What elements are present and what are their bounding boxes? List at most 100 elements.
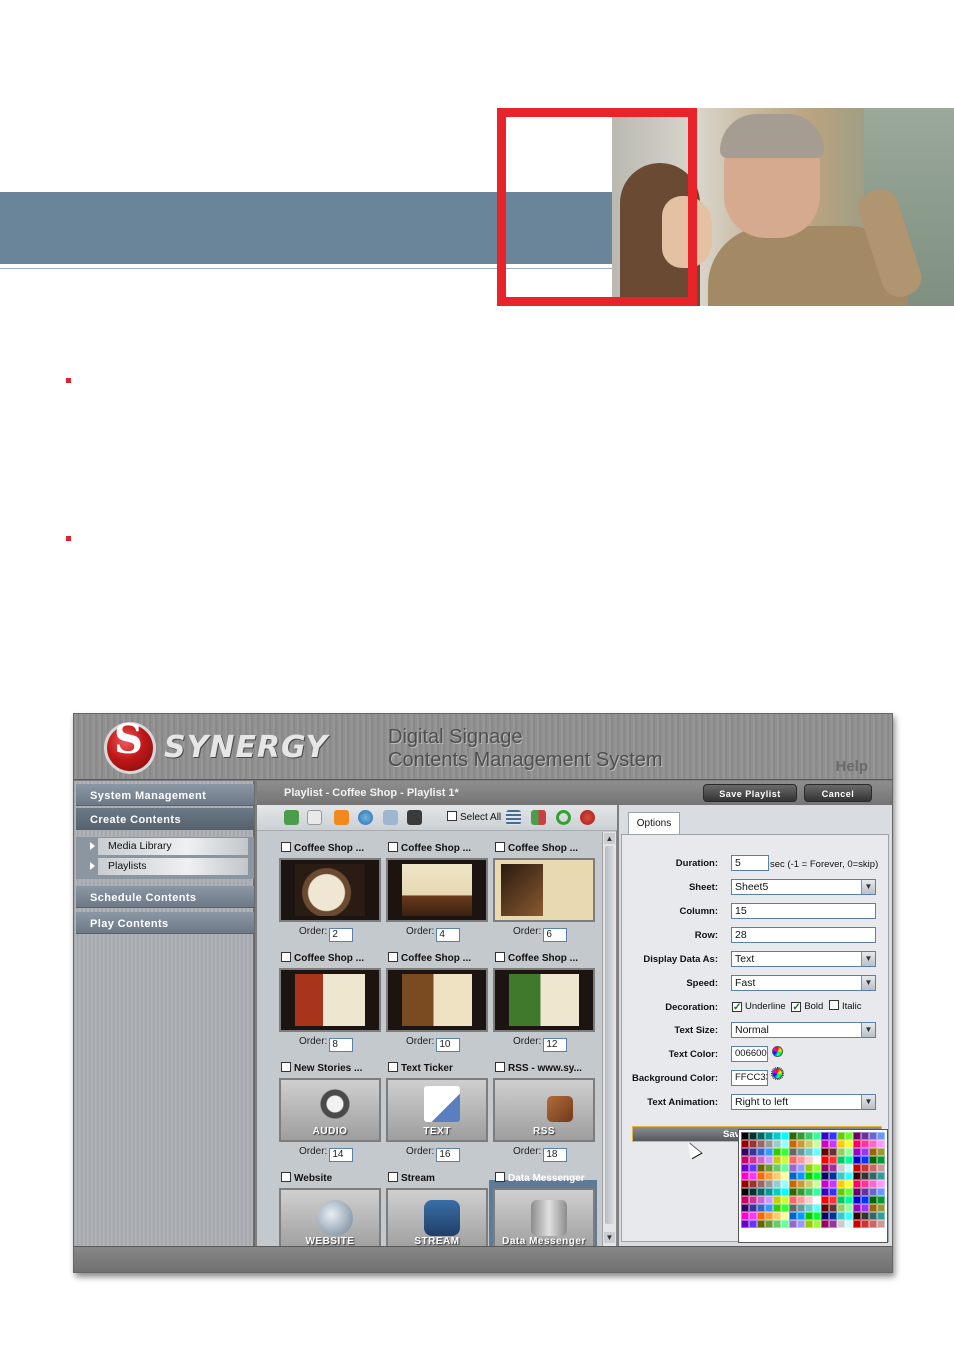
color-swatch[interactable]: [781, 1164, 789, 1172]
color-swatch[interactable]: [749, 1180, 757, 1188]
color-swatch[interactable]: [749, 1196, 757, 1204]
color-swatch[interactable]: [821, 1180, 829, 1188]
order-input[interactable]: 16: [436, 1148, 461, 1162]
color-swatch[interactable]: [869, 1148, 877, 1156]
color-swatch[interactable]: [845, 1204, 853, 1212]
color-swatch[interactable]: [837, 1204, 845, 1212]
color-swatch[interactable]: [837, 1164, 845, 1172]
color-swatch[interactable]: [861, 1140, 869, 1148]
color-swatch[interactable]: [853, 1132, 861, 1140]
playlist-tile[interactable]: New Stories ... AUDIO Order: 14: [279, 1060, 383, 1166]
color-swatch[interactable]: [877, 1220, 885, 1228]
playlist-tile[interactable]: Coffee Shop ... Order: 4: [386, 840, 490, 946]
color-swatch[interactable]: [741, 1212, 749, 1220]
color-swatch[interactable]: [757, 1132, 765, 1140]
order-input[interactable]: 18: [543, 1148, 568, 1162]
color-swatch[interactable]: [773, 1212, 781, 1220]
color-swatch[interactable]: [837, 1172, 845, 1180]
color-swatch[interactable]: [789, 1132, 797, 1140]
color-swatch[interactable]: [805, 1180, 813, 1188]
chevron-down-icon[interactable]: ▼: [861, 976, 875, 990]
color-swatch[interactable]: [741, 1188, 749, 1196]
color-swatch[interactable]: [877, 1140, 885, 1148]
color-swatch[interactable]: [773, 1132, 781, 1140]
color-swatch[interactable]: [861, 1220, 869, 1228]
color-swatch[interactable]: [845, 1148, 853, 1156]
color-swatch[interactable]: [805, 1204, 813, 1212]
tab-options[interactable]: Options: [628, 812, 680, 834]
color-swatch[interactable]: [869, 1132, 877, 1140]
color-swatch[interactable]: [861, 1148, 869, 1156]
color-swatch[interactable]: [845, 1196, 853, 1204]
color-swatch[interactable]: [741, 1204, 749, 1212]
tile-checkbox[interactable]: [495, 842, 505, 852]
color-swatch[interactable]: [757, 1196, 765, 1204]
color-swatch[interactable]: [861, 1188, 869, 1196]
color-swatch[interactable]: [765, 1212, 773, 1220]
color-swatch[interactable]: [877, 1196, 885, 1204]
color-swatch[interactable]: [829, 1196, 837, 1204]
color-swatch[interactable]: [813, 1204, 821, 1212]
color-swatch[interactable]: [821, 1212, 829, 1220]
playlist-tile[interactable]: Coffee Shop ... Order: 6: [493, 840, 597, 946]
chevron-down-icon[interactable]: ▼: [861, 1095, 875, 1109]
color-swatch[interactable]: [773, 1220, 781, 1228]
color-swatch[interactable]: [877, 1164, 885, 1172]
color-swatch[interactable]: [845, 1180, 853, 1188]
nav-schedule-contents[interactable]: Schedule Contents: [76, 886, 254, 908]
playlist-tile[interactable]: Coffee Shop ... Order: 2: [279, 840, 383, 946]
color-swatch[interactable]: [757, 1204, 765, 1212]
color-swatch[interactable]: [773, 1188, 781, 1196]
tile-checkbox[interactable]: [495, 1062, 505, 1072]
color-swatch[interactable]: [805, 1140, 813, 1148]
text-animation-select[interactable]: Right to left ▼: [731, 1094, 876, 1110]
color-swatch[interactable]: [773, 1196, 781, 1204]
color-swatch[interactable]: [805, 1132, 813, 1140]
color-swatch[interactable]: [813, 1132, 821, 1140]
color-swatch[interactable]: [781, 1156, 789, 1164]
color-swatch[interactable]: [749, 1164, 757, 1172]
color-swatch[interactable]: [765, 1220, 773, 1228]
order-input[interactable]: 4: [436, 928, 461, 942]
color-swatch[interactable]: [821, 1220, 829, 1228]
color-swatch[interactable]: [869, 1172, 877, 1180]
color-swatch[interactable]: [741, 1132, 749, 1140]
color-swatch[interactable]: [749, 1156, 757, 1164]
scroll-down-arrow[interactable]: ▼: [604, 1232, 615, 1243]
color-swatch[interactable]: [821, 1204, 829, 1212]
color-swatch[interactable]: [757, 1188, 765, 1196]
color-swatch[interactable]: [861, 1212, 869, 1220]
color-swatch[interactable]: [861, 1172, 869, 1180]
color-swatch[interactable]: [789, 1196, 797, 1204]
color-swatch[interactable]: [813, 1220, 821, 1228]
color-swatch[interactable]: [797, 1188, 805, 1196]
tile-checkbox[interactable]: [281, 1172, 291, 1182]
color-swatch[interactable]: [789, 1140, 797, 1148]
color-swatch[interactable]: [829, 1212, 837, 1220]
rss-icon[interactable]: [334, 810, 349, 825]
color-swatch[interactable]: [829, 1204, 837, 1212]
color-swatch[interactable]: [765, 1204, 773, 1212]
color-swatch[interactable]: [797, 1164, 805, 1172]
color-swatch[interactable]: [805, 1220, 813, 1228]
scroll-thumb[interactable]: [605, 846, 614, 1224]
color-swatch[interactable]: [773, 1148, 781, 1156]
color-swatch[interactable]: [797, 1156, 805, 1164]
color-swatch[interactable]: [781, 1140, 789, 1148]
color-swatch[interactable]: [821, 1132, 829, 1140]
add-media-icon[interactable]: [284, 810, 299, 825]
color-swatch[interactable]: [757, 1164, 765, 1172]
order-input[interactable]: 2: [329, 928, 354, 942]
speed-select[interactable]: Fast ▼: [731, 975, 876, 991]
refresh-icon[interactable]: [556, 810, 571, 825]
color-swatch[interactable]: [757, 1212, 765, 1220]
order-input[interactable]: 12: [543, 1038, 568, 1052]
color-swatch[interactable]: [741, 1196, 749, 1204]
color-swatch[interactable]: [829, 1172, 837, 1180]
color-swatch[interactable]: [861, 1164, 869, 1172]
playlist-tile[interactable]: RSS - www.sy... RSS Order: 18: [493, 1060, 597, 1166]
color-swatch[interactable]: [773, 1140, 781, 1148]
text-size-select[interactable]: Normal ▼: [731, 1022, 876, 1038]
color-swatch[interactable]: [781, 1204, 789, 1212]
color-swatch[interactable]: [797, 1148, 805, 1156]
